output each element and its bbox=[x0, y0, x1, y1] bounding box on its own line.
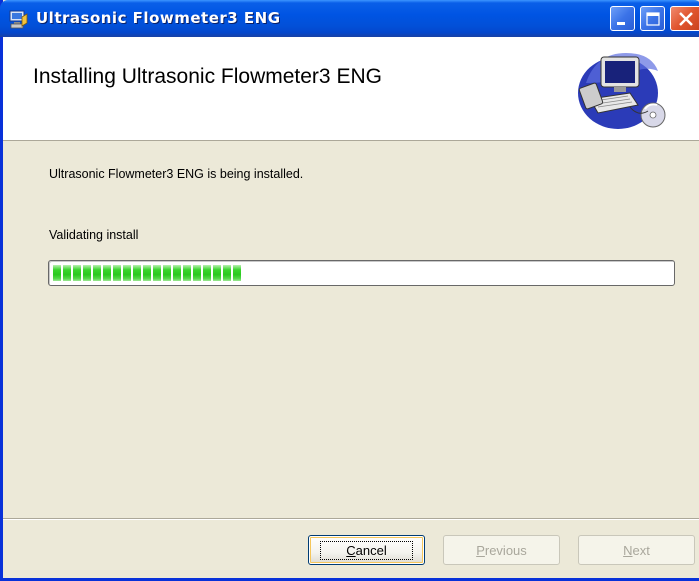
cancel-button[interactable]: Cancel bbox=[308, 535, 425, 565]
progress-block bbox=[153, 265, 161, 281]
progress-block bbox=[143, 265, 151, 281]
progress-block bbox=[73, 265, 81, 281]
title-bar[interactable]: Ultrasonic Flowmeter3 ENG bbox=[0, 0, 699, 37]
progress-block bbox=[193, 265, 201, 281]
maximize-button[interactable] bbox=[640, 6, 665, 31]
computer-with-cd-icon bbox=[578, 53, 666, 129]
install-progress-bar bbox=[48, 260, 675, 286]
progress-block bbox=[173, 265, 181, 281]
progress-block bbox=[183, 265, 191, 281]
progress-block bbox=[133, 265, 141, 281]
progress-block bbox=[63, 265, 71, 281]
progress-block bbox=[113, 265, 121, 281]
installer-window: Ultrasonic Flowmeter3 ENG Installing Ult… bbox=[0, 0, 699, 581]
install-status-text: Ultrasonic Flowmeter3 ENG is being insta… bbox=[49, 167, 304, 181]
progress-fill bbox=[53, 265, 241, 281]
progress-block bbox=[83, 265, 91, 281]
progress-block bbox=[53, 265, 61, 281]
window-title: Ultrasonic Flowmeter3 ENG bbox=[36, 9, 281, 27]
maximize-icon bbox=[646, 12, 660, 26]
progress-block bbox=[123, 265, 131, 281]
close-icon bbox=[679, 12, 693, 26]
action-text: Validating install bbox=[49, 228, 139, 242]
progress-block bbox=[213, 265, 221, 281]
page-title: Installing Ultrasonic Flowmeter3 ENG bbox=[33, 65, 382, 88]
progress-block bbox=[93, 265, 101, 281]
progress-block bbox=[223, 265, 231, 281]
installer-icon bbox=[8, 8, 30, 30]
header-banner: Installing Ultrasonic Flowmeter3 ENG bbox=[3, 37, 699, 141]
close-button[interactable] bbox=[670, 6, 699, 31]
progress-block bbox=[103, 265, 111, 281]
minimize-button[interactable] bbox=[610, 6, 635, 31]
progress-block bbox=[203, 265, 211, 281]
progress-block bbox=[233, 265, 241, 281]
previous-button[interactable]: Previous bbox=[443, 535, 560, 565]
progress-block bbox=[163, 265, 171, 281]
next-button[interactable]: Next bbox=[578, 535, 695, 565]
minimize-icon bbox=[617, 22, 625, 25]
